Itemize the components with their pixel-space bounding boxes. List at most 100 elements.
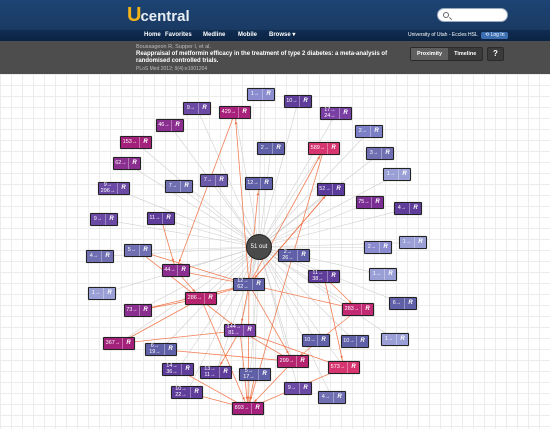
node-reference-icon[interactable]: R (162, 213, 174, 224)
citation-node[interactable]: 5→ 17→ R (239, 368, 271, 381)
node-reference-icon[interactable]: R (204, 293, 216, 304)
citation-node[interactable]: 14→ 36→ R (162, 363, 194, 376)
node-reference-icon[interactable]: R (327, 143, 339, 154)
node-reference-icon[interactable]: R (198, 103, 210, 114)
node-reference-icon[interactable]: R (101, 251, 113, 262)
citation-node[interactable]: 6→ R (389, 297, 417, 310)
citation-node[interactable]: 52→ R (317, 183, 345, 196)
node-reference-icon[interactable]: R (252, 279, 264, 290)
node-reference-icon[interactable]: R (180, 181, 192, 192)
citation-node[interactable]: 573→ R (328, 361, 360, 374)
node-reference-icon[interactable]: R (171, 120, 183, 131)
citation-node[interactable]: 2→ 26→ R (278, 249, 310, 262)
node-reference-icon[interactable]: R (164, 344, 176, 355)
citation-node[interactable]: 6→ 19→ R (145, 343, 177, 356)
citation-node[interactable]: 4→ R (86, 250, 114, 263)
citation-node[interactable]: 429→ R (219, 106, 251, 119)
node-reference-icon[interactable]: R (139, 137, 151, 148)
citation-graph-canvas[interactable] (0, 74, 550, 429)
citation-node[interactable]: 144→ 81→ R (224, 324, 256, 337)
node-reference-icon[interactable]: R (260, 178, 272, 189)
citation-node[interactable]: 1→ R (369, 268, 397, 281)
citation-node[interactable]: 12→ 62→ R (233, 278, 265, 291)
node-reference-icon[interactable]: R (238, 107, 250, 118)
citation-node[interactable]: 1→ R (399, 236, 427, 249)
citation-node[interactable]: 5→ R (124, 244, 152, 257)
node-reference-icon[interactable]: R (347, 362, 359, 373)
node-reference-icon[interactable]: R (251, 403, 263, 414)
nav-link-browse[interactable]: Browse ▾ (269, 31, 295, 40)
nav-link-mobile[interactable]: Mobile (238, 31, 257, 40)
node-reference-icon[interactable]: R (139, 305, 151, 316)
citation-node[interactable]: 46→ R (156, 119, 184, 132)
node-reference-icon[interactable]: R (404, 298, 416, 309)
node-reference-icon[interactable]: R (139, 245, 151, 256)
node-reference-icon[interactable]: R (379, 242, 391, 253)
citation-node[interactable]: 62→ R (113, 157, 141, 170)
node-reference-icon[interactable]: R (117, 183, 129, 194)
node-reference-icon[interactable]: R (190, 387, 202, 398)
citation-node[interactable]: 12→ R (245, 177, 273, 190)
node-reference-icon[interactable]: R (103, 288, 115, 299)
node-reference-icon[interactable]: R (297, 250, 309, 261)
citation-node[interactable]: 10→ R (284, 95, 312, 108)
citation-node[interactable]: 11→ R (147, 212, 175, 225)
citation-node[interactable]: 2→ R (257, 142, 285, 155)
citation-node[interactable]: 1→ R (383, 168, 411, 181)
node-reference-icon[interactable]: R (371, 197, 383, 208)
node-reference-icon[interactable]: R (177, 265, 189, 276)
node-reference-icon[interactable]: R (381, 148, 393, 159)
node-reference-icon[interactable]: R (296, 356, 308, 367)
ucentral-logo[interactable]: U central (127, 5, 190, 25)
node-reference-icon[interactable]: R (414, 237, 426, 248)
citation-node[interactable]: 589→ R (308, 142, 340, 155)
node-reference-icon[interactable]: R (181, 364, 193, 375)
nav-link-home[interactable]: Home (144, 31, 161, 40)
citation-node[interactable]: 153→ R (120, 136, 152, 149)
citation-node[interactable]: 283→ R (342, 303, 374, 316)
citation-node[interactable]: 7→ R (165, 180, 193, 193)
node-reference-icon[interactable]: R (339, 108, 351, 119)
node-reference-icon[interactable]: R (356, 336, 368, 347)
citation-node[interactable]: 9→ R (90, 213, 118, 226)
citation-node[interactable]: 17→ 24→ R (320, 107, 352, 120)
citation-node[interactable]: 9→ R (183, 102, 211, 115)
citation-node[interactable]: 367→ R (103, 337, 135, 350)
citation-node[interactable]: 9→ R (284, 382, 312, 395)
citation-node[interactable]: 73→ R (124, 304, 152, 317)
citation-node[interactable]: 44→ R (162, 264, 190, 277)
node-reference-icon[interactable]: R (243, 325, 255, 336)
citation-node[interactable]: 1→ R (247, 88, 275, 101)
citation-node[interactable]: 1→ R (88, 287, 116, 300)
node-reference-icon[interactable]: R (317, 335, 329, 346)
node-reference-icon[interactable]: R (262, 89, 274, 100)
node-reference-icon[interactable]: R (398, 169, 410, 180)
node-reference-icon[interactable]: R (219, 367, 231, 378)
citation-node[interactable]: 893→ R (232, 402, 264, 415)
hub-node[interactable]: 51 out (246, 234, 272, 260)
nav-link-medline[interactable]: Medline (203, 31, 225, 40)
nav-link-favorites[interactable]: Favorites (165, 31, 192, 40)
citation-node[interactable]: 286→ R (185, 292, 217, 305)
node-reference-icon[interactable]: R (396, 334, 408, 345)
citation-node[interactable]: 3→ R (366, 147, 394, 160)
citation-node[interactable]: 299→ R (277, 355, 309, 368)
citation-node[interactable]: 10→ R (341, 335, 369, 348)
login-button[interactable]: ⟲ Log In (481, 32, 509, 39)
node-reference-icon[interactable]: R (370, 126, 382, 137)
node-reference-icon[interactable]: R (258, 369, 270, 380)
node-reference-icon[interactable]: R (128, 158, 140, 169)
citation-node[interactable]: 10→ R (302, 334, 330, 347)
node-reference-icon[interactable]: R (105, 214, 117, 225)
node-reference-icon[interactable]: R (299, 383, 311, 394)
citation-node[interactable]: 13→ 11→ R (200, 366, 232, 379)
node-reference-icon[interactable]: R (333, 392, 345, 403)
node-reference-icon[interactable]: R (299, 96, 311, 107)
node-reference-icon[interactable]: R (361, 304, 373, 315)
node-reference-icon[interactable]: R (122, 338, 134, 349)
citation-node[interactable]: 75→ R (356, 196, 384, 209)
search-input[interactable] (437, 8, 508, 22)
citation-node[interactable]: 10→ 22→ R (171, 386, 203, 399)
citation-node[interactable]: 1→ R (381, 333, 409, 346)
citation-node[interactable]: 9→ 296→ R (98, 182, 130, 195)
